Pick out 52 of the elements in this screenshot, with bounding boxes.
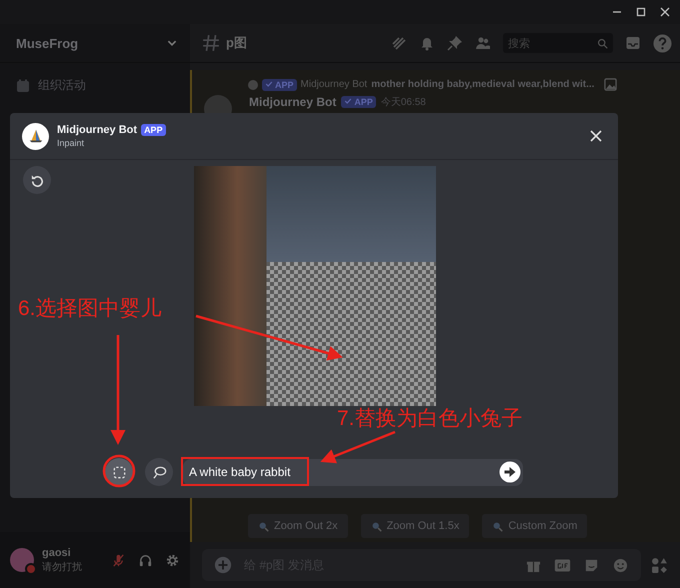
annotation-label: 7.替换为白色小兔子 — [337, 406, 523, 432]
server-header[interactable]: MuseFrog — [0, 24, 190, 63]
reply-author: Midjourney Bot — [300, 79, 368, 90]
username: gaosi — [42, 546, 72, 558]
maximize-icon[interactable] — [636, 7, 646, 17]
muted-microphone-icon[interactable] — [111, 552, 126, 568]
bot-name: Midjourney Bot — [57, 124, 138, 136]
zoom-button[interactable]: Zoom Out 1.5x — [360, 514, 470, 538]
zoom-button[interactable]: Custom Zoom — [482, 514, 588, 538]
headphones-icon[interactable] — [138, 552, 153, 568]
settings-icon[interactable] — [165, 552, 180, 568]
dashed-square-icon — [112, 464, 126, 480]
app-badge: APP — [262, 78, 297, 90]
avatar[interactable] — [10, 548, 34, 572]
search-icon — [597, 38, 608, 48]
app-badge: APP — [141, 124, 166, 136]
threads-icon[interactable] — [391, 35, 407, 51]
channel-name: p图 — [226, 34, 247, 52]
app-badge: APP — [341, 96, 376, 108]
pin-icon[interactable] — [447, 35, 463, 51]
gif-icon[interactable] — [554, 558, 571, 572]
emoji-icon[interactable] — [612, 558, 629, 572]
undo-icon — [30, 172, 44, 188]
lasso-icon — [152, 464, 166, 480]
calendar-icon — [16, 78, 30, 92]
members-icon[interactable] — [475, 35, 491, 51]
undo-button[interactable] — [23, 166, 51, 194]
reply-text[interactable]: mother holding baby,medieval wear,blend wit... — [371, 79, 594, 90]
sticker-icon[interactable] — [583, 558, 600, 572]
prompt-field[interactable]: A white baby rabbit — [183, 458, 523, 486]
apps-icon[interactable] — [651, 556, 668, 574]
highlight-circle — [102, 454, 136, 488]
reply-avatar — [248, 80, 258, 90]
magnifier-icon — [258, 520, 269, 532]
message-author[interactable]: Midjourney Bot — [249, 95, 336, 109]
annotation-label: 6.选择图中婴儿 — [18, 296, 162, 322]
channel-hash-icon — [202, 34, 220, 52]
user-status: 请勿打扰 — [42, 560, 83, 574]
inbox-icon[interactable] — [625, 35, 641, 51]
close-icon[interactable] — [590, 130, 602, 142]
plus-icon[interactable] — [214, 556, 232, 574]
image-icon — [604, 78, 618, 91]
dialog-subtitle: Inpaint — [57, 138, 86, 148]
close-icon[interactable] — [660, 7, 670, 17]
help-icon[interactable] — [653, 34, 672, 52]
magnifier-icon — [370, 520, 382, 532]
magnifier-icon — [492, 520, 504, 532]
dnd-status-icon — [25, 563, 37, 575]
sidebar-item[interactable]: 组织活动 — [8, 73, 182, 98]
lasso-select-button[interactable] — [145, 458, 173, 486]
bell-icon[interactable] — [419, 35, 435, 51]
zoom-button[interactable]: Zoom Out 2x — [248, 514, 348, 538]
